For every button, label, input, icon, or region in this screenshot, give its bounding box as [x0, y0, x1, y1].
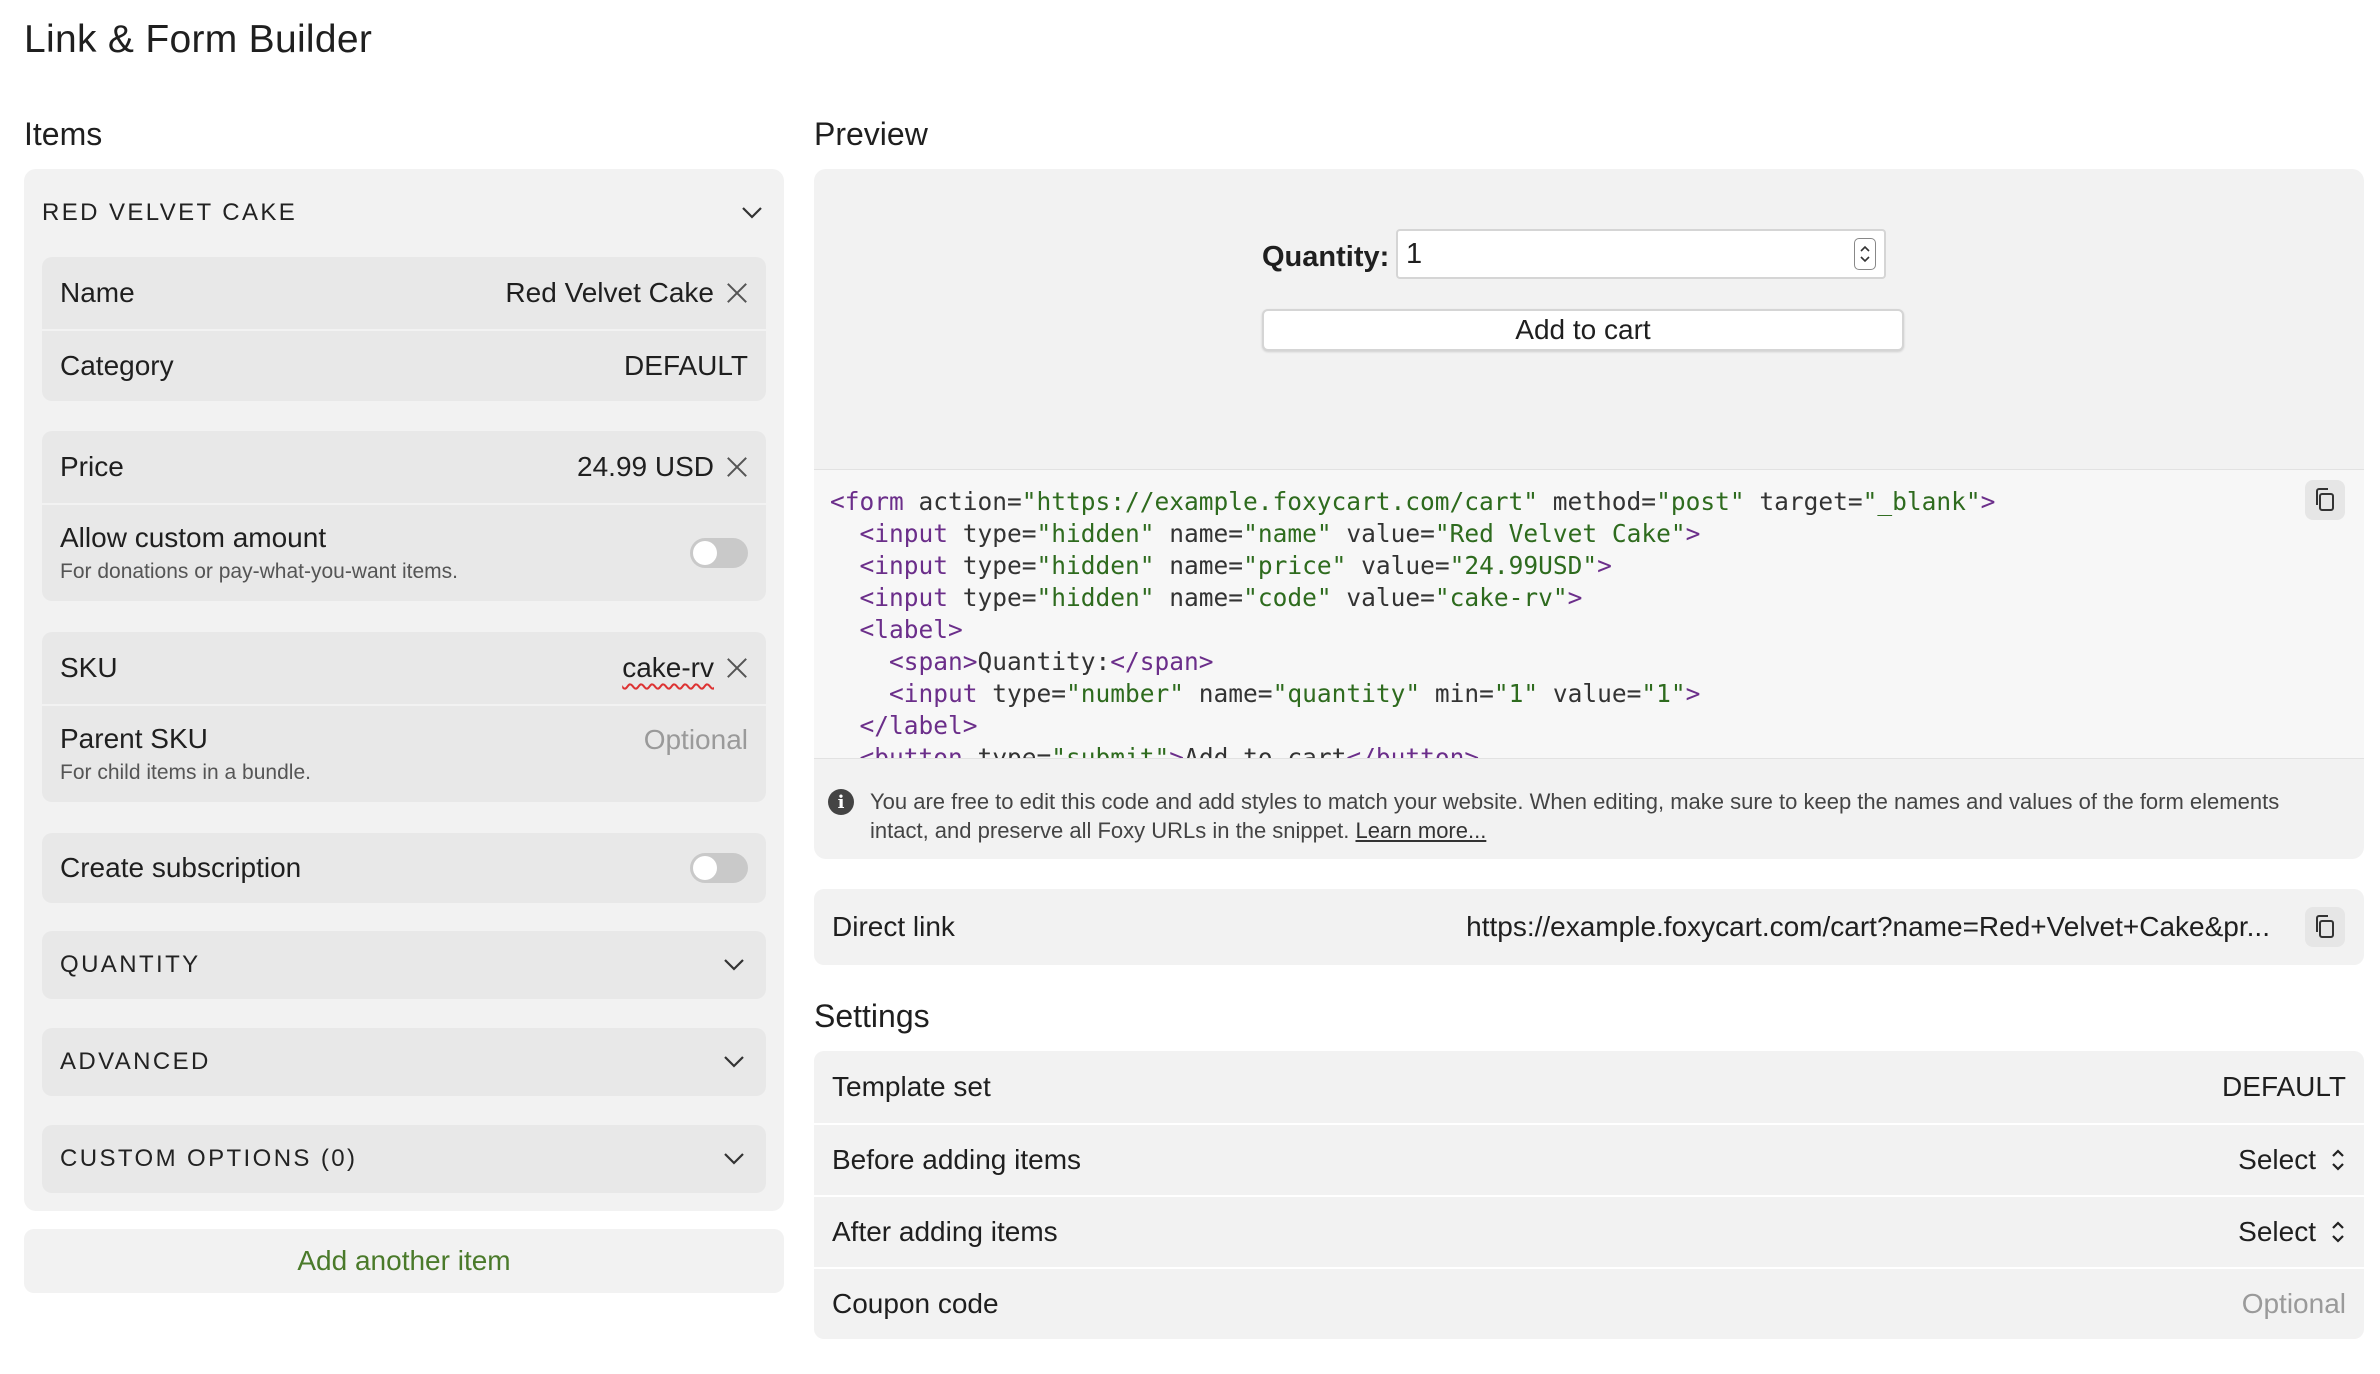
before-adding-items-select[interactable]: Select: [2238, 1144, 2346, 1176]
preview-quantity-input[interactable]: 1: [1396, 229, 1886, 279]
category-value[interactable]: DEFAULT: [624, 350, 748, 382]
close-icon[interactable]: [726, 456, 748, 478]
price-label: Price: [60, 451, 124, 482]
name-value[interactable]: Red Velvet Cake: [505, 277, 714, 309]
add-another-item-button[interactable]: Add another item: [24, 1229, 784, 1293]
direct-link-label: Direct link: [832, 911, 955, 942]
close-icon[interactable]: [726, 282, 748, 304]
create-subscription-label: Create subscription: [60, 852, 302, 883]
settings-section-title: Settings: [814, 998, 930, 1034]
item-card-title: RED VELVET CAKE: [42, 199, 298, 226]
name-category-group: Name Red Velvet Cake Category DEFAULT: [42, 257, 766, 401]
custom-options-section[interactable]: CUSTOM OPTIONS (0): [42, 1125, 766, 1193]
subscription-group: Create subscription: [42, 833, 766, 903]
direct-link-row: Direct link https://example.foxycart.com…: [814, 889, 2364, 965]
direct-link-url[interactable]: https://example.foxycart.com/cart?name=R…: [1434, 889, 2270, 965]
parent-sku-hint: For child items in a bundle.: [60, 761, 311, 784]
chevron-down-icon[interactable]: [720, 951, 748, 979]
coupon-code-row[interactable]: Coupon code Optional: [814, 1267, 2364, 1339]
category-row[interactable]: Category DEFAULT: [42, 329, 766, 401]
price-row[interactable]: Price 24.99 USD: [42, 431, 766, 503]
before-adding-items-label: Before adding items: [832, 1144, 1082, 1175]
before-adding-items-row[interactable]: Before adding items Select: [814, 1123, 2364, 1195]
preview-card: Quantity: 1 Add to cart <form action="ht…: [814, 169, 2364, 859]
up-down-icon: [2330, 1217, 2346, 1247]
advanced-section[interactable]: ADVANCED: [42, 1028, 766, 1096]
template-set-label: Template set: [832, 1071, 991, 1102]
template-set-row[interactable]: Template set DEFAULT: [814, 1051, 2364, 1123]
preview-section-title: Preview: [814, 116, 928, 152]
after-adding-items-select[interactable]: Select: [2238, 1216, 2346, 1248]
preview-quantity-value: 1: [1406, 237, 1423, 270]
settings-card: Template set DEFAULT Before adding items…: [814, 1051, 2364, 1339]
after-adding-items-label: After adding items: [832, 1216, 1058, 1247]
allow-custom-amount-row[interactable]: Allow custom amount For donations or pay…: [42, 503, 766, 601]
item-card: RED VELVET CAKE Name Red Velvet Cake Cat…: [24, 169, 784, 1211]
page-title: Link & Form Builder: [24, 18, 373, 61]
parent-sku-label: Parent SKU: [60, 723, 208, 754]
name-row[interactable]: Name Red Velvet Cake: [42, 257, 766, 329]
item-card-header[interactable]: RED VELVET CAKE: [42, 189, 766, 237]
sku-group: SKU cake-rv Parent SKU For child items i…: [42, 632, 766, 802]
chevron-down-icon[interactable]: [720, 1145, 748, 1173]
after-adding-items-row[interactable]: After adding items Select: [814, 1195, 2364, 1267]
code-snippet-text[interactable]: <form action="https://example.foxycart.c…: [830, 486, 1995, 758]
coupon-code-label: Coupon code: [832, 1288, 999, 1319]
chevron-down-icon[interactable]: [738, 199, 766, 227]
sku-label: SKU: [60, 652, 118, 683]
category-label: Category: [60, 350, 174, 381]
copy-icon[interactable]: [2305, 480, 2345, 520]
close-icon[interactable]: [726, 657, 748, 679]
code-help-text: You are free to edit this code and add s…: [870, 789, 2280, 843]
template-set-value[interactable]: DEFAULT: [2222, 1071, 2346, 1103]
advanced-section-title: ADVANCED: [60, 1048, 211, 1075]
preview-quantity-label: Quantity:: [1262, 241, 1390, 273]
quantity-stepper[interactable]: [1854, 238, 1876, 270]
allow-custom-amount-hint: For donations or pay-what-you-want items…: [60, 560, 459, 583]
info-icon: i: [828, 789, 854, 815]
after-adding-items-value: Select: [2238, 1216, 2316, 1247]
chevron-down-icon[interactable]: [720, 1048, 748, 1076]
form-preview: Quantity: 1 Add to cart: [814, 169, 2364, 469]
sku-value[interactable]: cake-rv: [622, 652, 714, 684]
code-snippet[interactable]: <form action="https://example.foxycart.c…: [814, 469, 2364, 759]
parent-sku-input[interactable]: Optional: [644, 724, 748, 756]
quantity-section-title: QUANTITY: [60, 951, 201, 978]
price-group: Price 24.99 USD Allow custom amount For …: [42, 431, 766, 601]
create-subscription-toggle[interactable]: [690, 853, 748, 883]
preview-add-to-cart-button[interactable]: Add to cart: [1262, 309, 1904, 351]
quantity-section[interactable]: QUANTITY: [42, 931, 766, 999]
up-down-icon: [2330, 1145, 2346, 1175]
copy-icon[interactable]: [2305, 907, 2345, 947]
parent-sku-row[interactable]: Parent SKU For child items in a bundle. …: [42, 704, 766, 802]
create-subscription-row[interactable]: Create subscription: [42, 833, 766, 903]
code-help-note: i You are free to edit this code and add…: [828, 787, 2328, 845]
coupon-code-input[interactable]: Optional: [2242, 1288, 2346, 1320]
name-label: Name: [60, 277, 135, 308]
before-adding-items-value: Select: [2238, 1144, 2316, 1175]
sku-row[interactable]: SKU cake-rv: [42, 632, 766, 704]
learn-more-link[interactable]: Learn more...: [1355, 818, 1486, 843]
allow-custom-amount-toggle[interactable]: [690, 538, 748, 568]
price-value[interactable]: 24.99 USD: [577, 451, 714, 483]
custom-options-section-title: CUSTOM OPTIONS (0): [60, 1145, 358, 1172]
items-section-title: Items: [24, 116, 103, 152]
allow-custom-amount-label: Allow custom amount: [60, 522, 327, 553]
